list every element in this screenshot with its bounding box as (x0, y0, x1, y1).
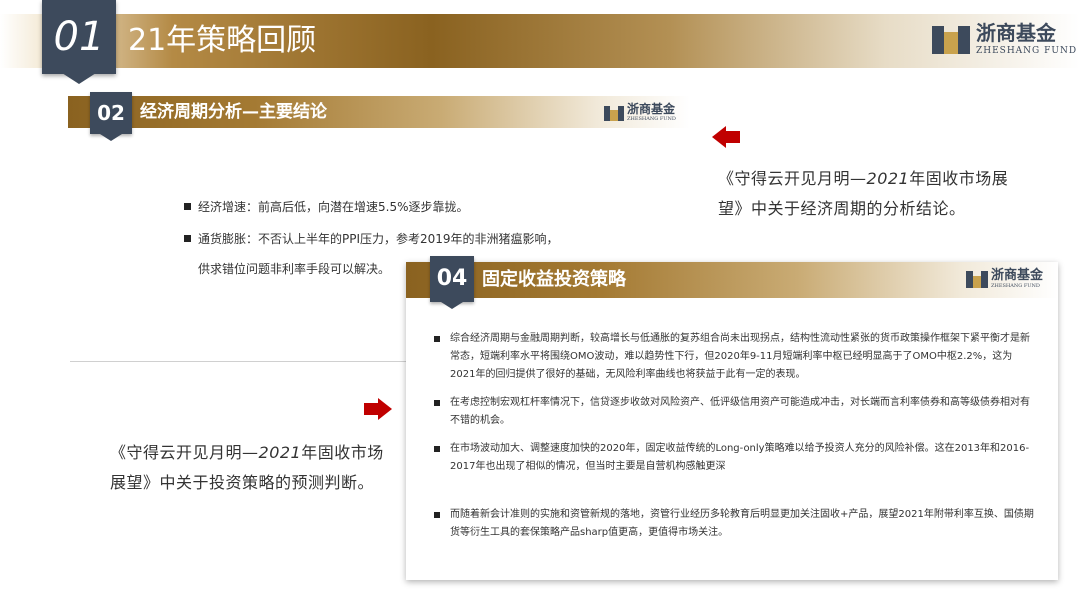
section-title: 21年策略回顾 (128, 23, 317, 58)
panel-04-logo-en: ZHESHANG FUND (991, 283, 1040, 289)
bullet-square-icon (184, 203, 191, 210)
list-item: 在考虑控制宏观杠杆率情况下，信贷逐步收敛对风险资产、低评级信用资产可能造成冲击，… (434, 394, 1034, 430)
panel-04-logo-cn: 浙商基金 (991, 268, 1044, 283)
panel-04-logo: 浙商基金 ZHESHANG FUND (966, 268, 1043, 290)
section-number-tail (62, 73, 96, 84)
caption-left-prefix: 《守得云开见月明— (110, 443, 259, 462)
bullet-text: 在市场波动加大、调整速度加快的2020年，固定收益传统的Long-only策略难… (450, 443, 1030, 472)
logo-mark-icon (604, 103, 624, 123)
arrow-left-icon (712, 126, 742, 148)
panel-02-bullets: 经济增速：前高后低，向潜在增速5.5%逐步靠拢。 通货膨胀：不否认上半年的PPI… (184, 199, 684, 253)
panel-02-logo: 浙商基金 ZHESHANG FUND (604, 102, 676, 123)
panel-04-number: 04 (430, 256, 474, 302)
bullet-text: 综合经济周期与金融周期判断，较高增长与低通胀的复苏组合尚未出现拐点，结构性流动性… (450, 333, 1030, 380)
list-item: 而随着新会计准则的实施和资管新规的落地，资管行业经历多轮教育后明显更加关注固收+… (434, 506, 1034, 542)
list-item: 综合经济周期与金融周期判断，较高增长与低通胀的复苏组合尚未出现拐点，结构性流动性… (434, 330, 1034, 384)
panel-04-title: 固定收益投资策略 (482, 269, 626, 290)
bullet-text: 经济增速：前高后低，向潜在增速5.5%逐步靠拢。 (198, 200, 469, 214)
panel-02-number-tail (100, 134, 122, 141)
logo-text-cn: 浙商基金 (976, 21, 1056, 45)
caption-right-year: 2021 (866, 169, 910, 188)
panel-economic-cycle: 02 经济周期分析—主要结论 浙商基金 ZHESHANG FUND 经济增速：前… (68, 92, 690, 276)
panel-02-logo-en: ZHESHANG FUND (627, 116, 676, 122)
divider-line (70, 361, 410, 362)
caption-investment-strategy: 《守得云开见月明—2021年固收市场展望》中关于投资策略的预测判断。 (110, 438, 400, 498)
panel-04-bullets: 综合经济周期与金融周期判断，较高增长与低通胀的复苏组合尚未出现拐点，结构性流动性… (434, 330, 1034, 542)
list-item: 经济增速：前高后低，向潜在增速5.5%逐步靠拢。 (184, 199, 684, 231)
bullet-text: 在考虑控制宏观杠杆率情况下，信贷逐步收敛对风险资产、低评级信用资产可能造成冲击，… (450, 397, 1030, 426)
caption-economic-cycle: 《守得云开见月明—2021年固收市场展望》中关于经济周期的分析结论。 (718, 164, 1018, 224)
caption-left-year: 2021 (258, 443, 302, 462)
panel-02-continuation: 供求错位问题非利率手段可以解决。 (198, 262, 391, 276)
panel-02-title: 经济周期分析—主要结论 (140, 102, 327, 122)
bullet-square-icon (434, 400, 440, 406)
bullet-square-icon (434, 336, 440, 342)
panel-04-number-tail (441, 302, 463, 309)
logo-text-en: ZHESHANG FUND (976, 46, 1078, 56)
section-number: 01 (42, 0, 116, 74)
panel-02-logo-cn: 浙商基金 (627, 102, 676, 116)
panel-fixed-income: 04 固定收益投资策略 浙商基金 ZHESHANG FUND 综合经济周期与金融… (406, 256, 1058, 580)
panel-02-number: 02 (90, 92, 132, 134)
brand-logo: 浙商基金 ZHESHANG FUND (932, 20, 1077, 58)
bullet-square-icon (434, 446, 440, 452)
caption-right-prefix: 《守得云开见月明— (718, 169, 867, 188)
logo-mark-icon (932, 20, 970, 58)
logo-mark-icon (966, 268, 988, 290)
bullet-square-icon (184, 235, 191, 242)
list-item: 通货膨胀：不否认上半年的PPI压力，参考2019年的非洲猪瘟影响， (184, 231, 684, 253)
arrow-right-icon (364, 398, 394, 420)
list-item: 在市场波动加大、调整速度加快的2020年，固定收益传统的Long-only策略难… (434, 440, 1034, 476)
bullet-text: 通货膨胀：不否认上半年的PPI压力，参考2019年的非洲猪瘟影响， (198, 232, 559, 246)
bullet-text: 而随着新会计准则的实施和资管新规的落地，资管行业经历多轮教育后明显更加关注固收+… (450, 509, 1034, 538)
bullet-square-icon (434, 512, 440, 518)
